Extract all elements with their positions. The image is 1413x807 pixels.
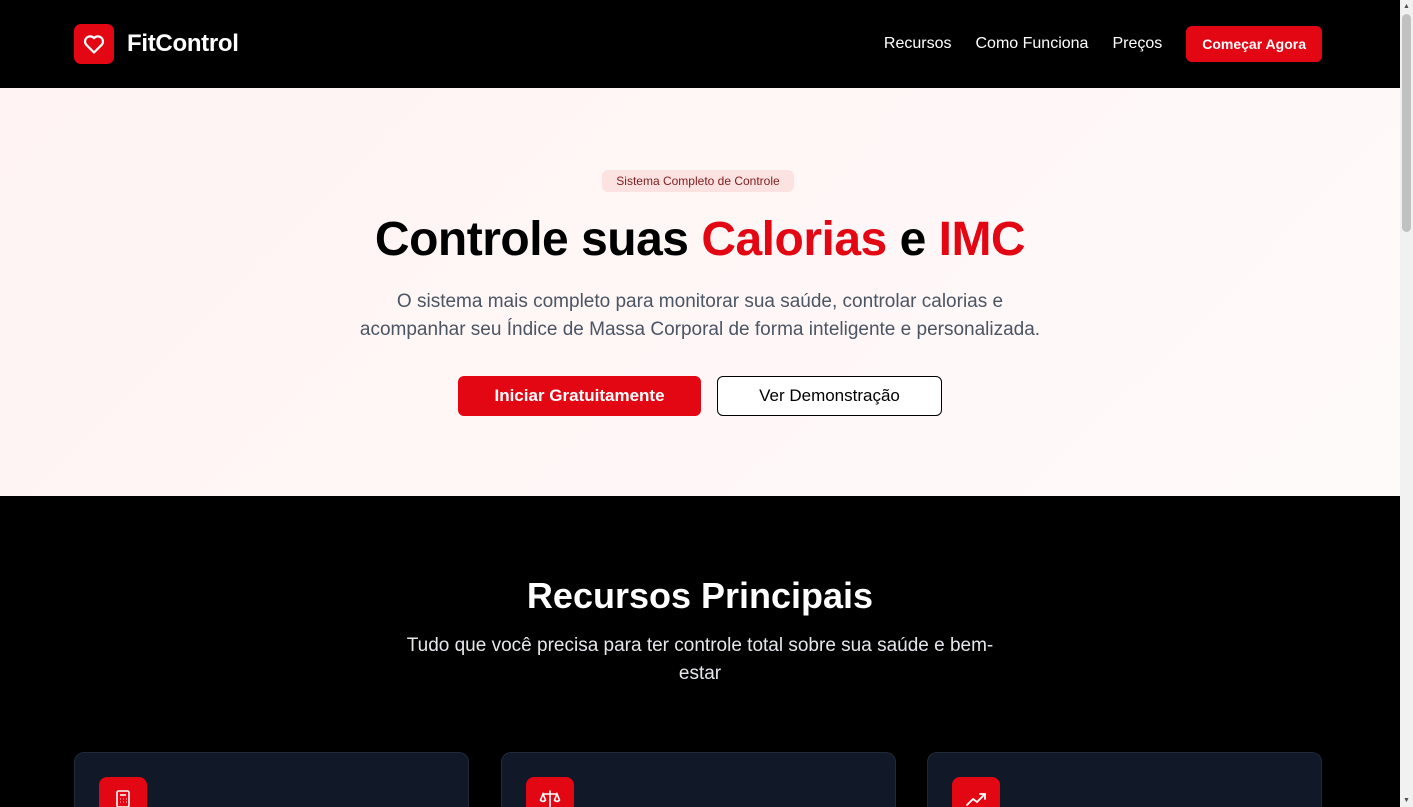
nav-link-precos[interactable]: Preços [1112,26,1162,62]
hero-subtitle-line2: acompanhar seu Índice de Massa Corporal … [359,319,1041,340]
hero-subtitle-line1: O sistema mais completo para monitorar s… [396,291,1004,312]
features-subtitle-line2: estar [678,663,722,684]
hero-subtitle: O sistema mais completo para monitorar s… [320,288,1080,344]
feature-card-progress [927,752,1322,807]
features-section: Recursos Principais Tudo que você precis… [0,496,1400,807]
features-subtitle-line1: Tudo que você precisa para ter controle … [406,635,994,656]
brand-logo[interactable]: FitControl [74,24,239,64]
nav-link-como-funciona[interactable]: Como Funciona [976,26,1089,62]
trending-up-icon [952,777,1000,807]
scroll-down-icon[interactable]: ▼ [1400,794,1413,807]
view-demo-button[interactable]: Ver Demonstração [717,376,942,416]
hero-section: Sistema Completo de Controle Controle su… [0,88,1400,496]
scale-icon [526,777,574,807]
site-header: FitControl Recursos Como Funciona Preços… [0,0,1400,88]
hero-badge: Sistema Completo de Controle [602,170,794,192]
page: FitControl Recursos Como Funciona Preços… [0,0,1413,807]
hero-title-part2: e [886,213,939,266]
scrollbar-thumb[interactable] [1402,14,1411,232]
start-now-button[interactable]: Começar Agora [1186,26,1322,62]
brand-name: FitControl [127,30,239,57]
feature-card-calorias [74,752,469,807]
hero-title-calorias: Calorias [701,213,887,266]
main-nav: Recursos Como Funciona Preços Começar Ag… [884,26,1322,62]
page-scrollbar[interactable]: ▲ ▼ [1400,0,1413,807]
scroll-up-icon[interactable]: ▲ [1400,0,1413,13]
features-title: Recursos Principais [526,575,874,616]
heart-icon [74,24,114,64]
features-subtitle: Tudo que você precisa para ter controle … [370,632,1030,688]
hero-buttons: Iniciar Gratuitamente Ver Demonstração [0,376,1400,416]
start-free-button[interactable]: Iniciar Gratuitamente [458,376,701,416]
nav-link-recursos[interactable]: Recursos [884,26,952,62]
hero-title: Controle suas Calorias e IMC [0,212,1400,268]
feature-card-imc [501,752,896,807]
hero-title-part1: Controle suas [374,213,702,266]
hero-title-imc: IMC [938,213,1026,266]
calculator-icon [99,777,147,807]
